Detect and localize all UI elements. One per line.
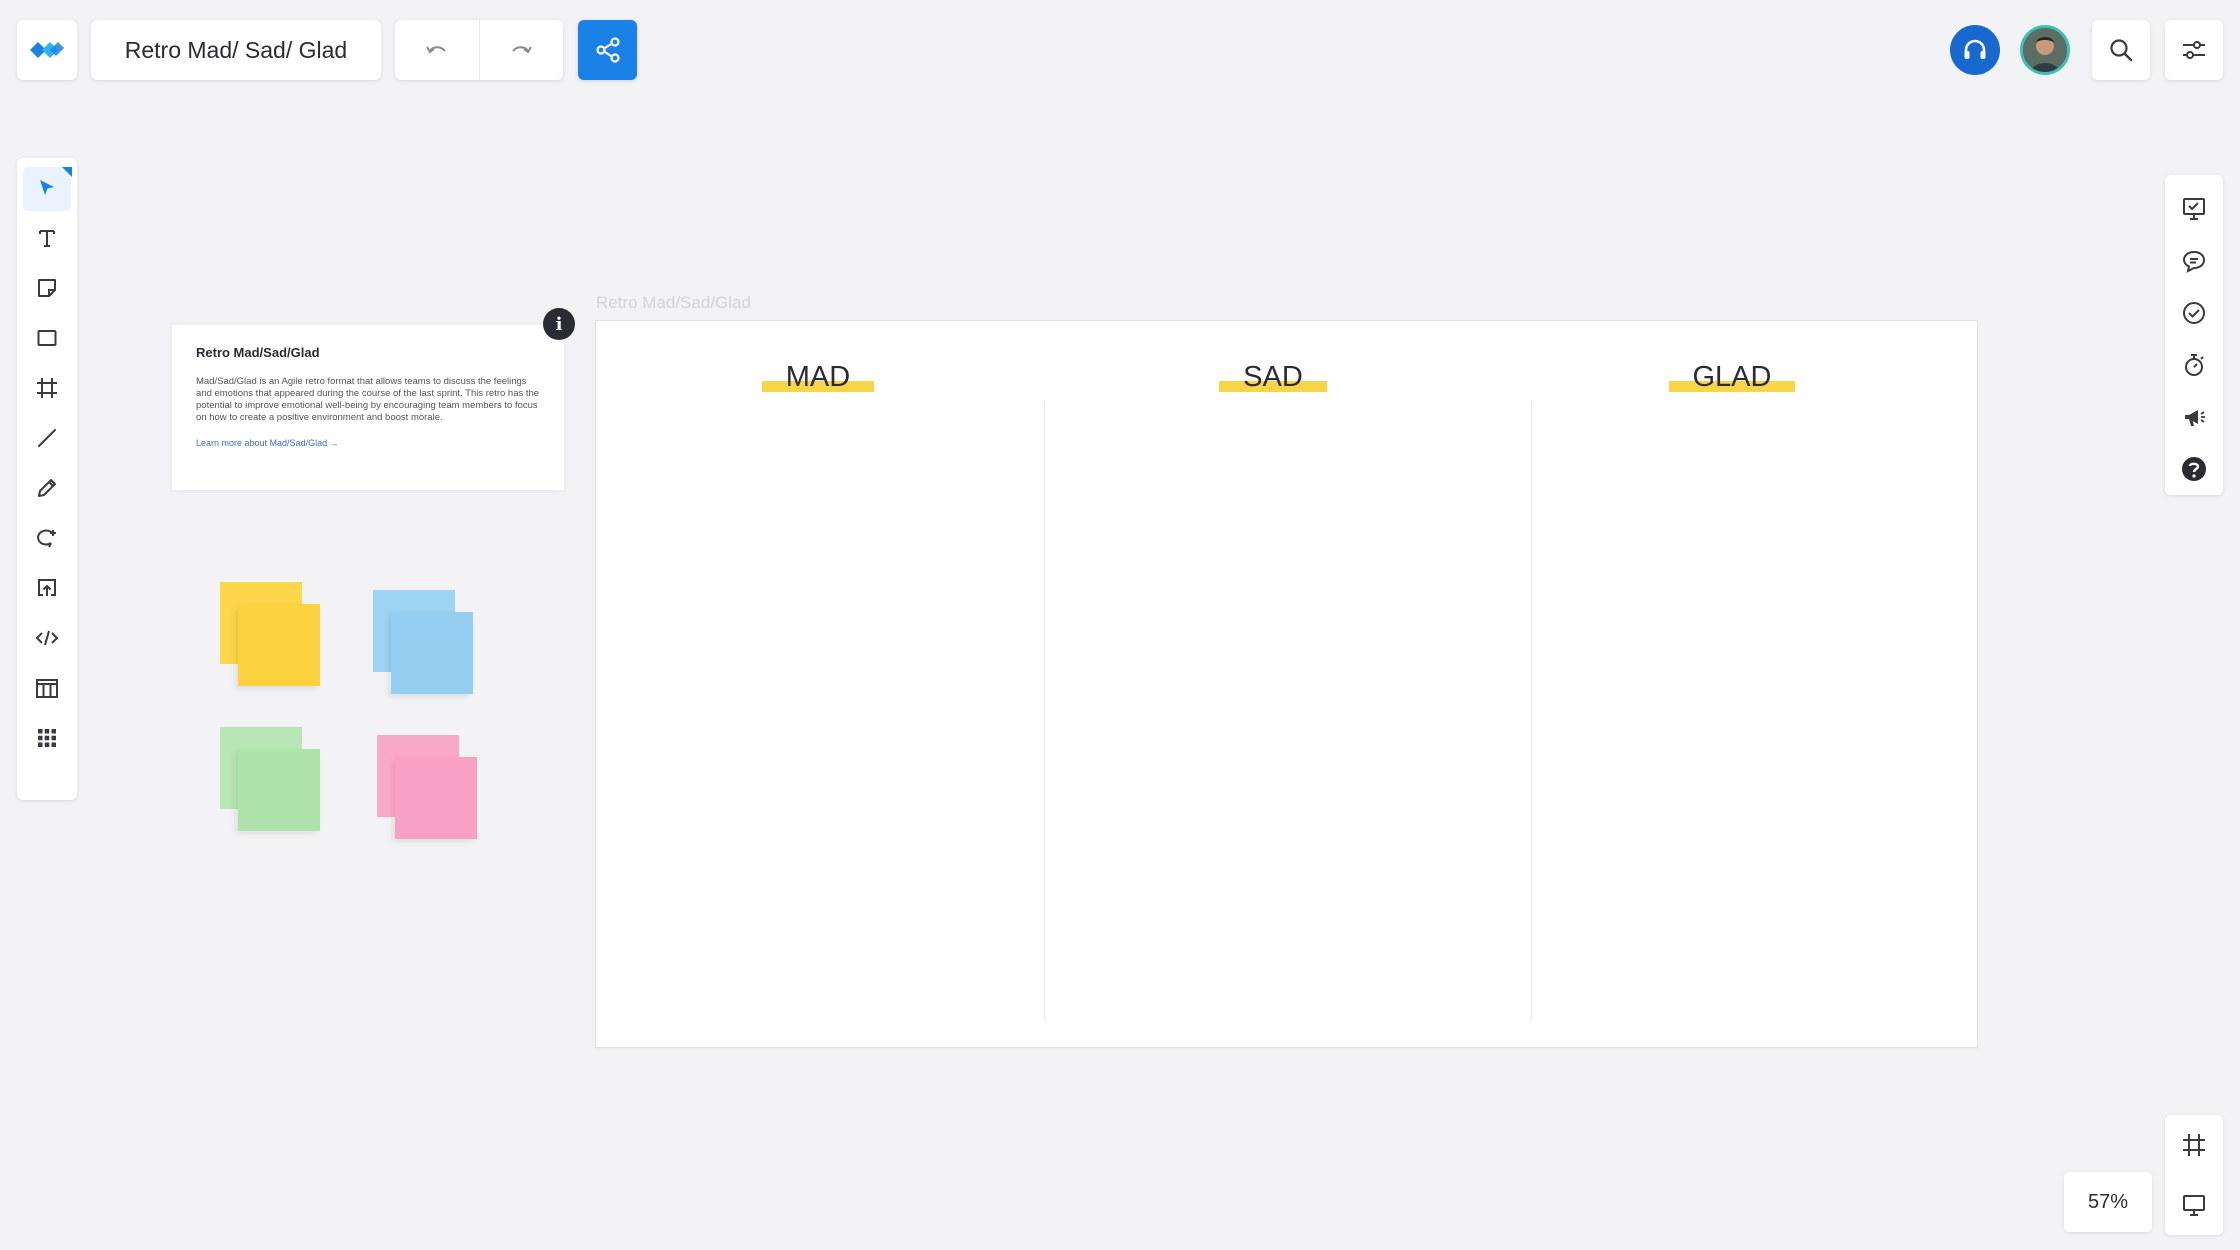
sticky-note	[395, 757, 477, 839]
tool-shape[interactable]	[17, 313, 77, 363]
tool-select[interactable]	[17, 163, 77, 213]
avatar-image	[2023, 28, 2067, 72]
present-mode-button[interactable]	[2165, 1175, 2223, 1235]
app-logo-button[interactable]	[17, 20, 77, 80]
column-label: MAD	[761, 361, 875, 394]
info-card-link[interactable]: Learn more about Mad/Sad/Glad →	[196, 438, 540, 448]
column-label: SAD	[1219, 361, 1327, 394]
redo-icon	[512, 46, 533, 54]
zoom-level-button[interactable]: 57%	[2064, 1172, 2152, 1232]
tool-apps[interactable]	[17, 713, 77, 763]
timer-button[interactable]	[2165, 339, 2223, 391]
sticky-note	[238, 749, 320, 831]
column-divider	[1531, 401, 1532, 1021]
column-header-sad[interactable]: SAD	[1163, 361, 1383, 394]
audio-call-button[interactable]	[1950, 25, 2000, 75]
check-circle-icon	[2183, 302, 2205, 324]
rectangle-icon	[37, 330, 57, 346]
sticky-stack-yellow[interactable]	[220, 582, 320, 687]
board-title[interactable]: Retro Mad/ Sad/ Glad	[91, 20, 381, 80]
tool-text[interactable]	[17, 213, 77, 263]
tool-upload[interactable]	[17, 563, 77, 613]
board-title-text: Retro Mad/ Sad/ Glad	[124, 36, 348, 63]
megaphone-icon	[2185, 410, 2205, 426]
bottom-right-toolbar	[2165, 1115, 2223, 1235]
share-button[interactable]	[578, 20, 637, 80]
share-icon	[595, 37, 620, 63]
column-label: GLAD	[1668, 361, 1796, 394]
settings-button[interactable]	[2165, 20, 2223, 80]
headset-icon	[1964, 39, 1986, 59]
redo-button[interactable]	[478, 20, 564, 80]
comments-button[interactable]	[2165, 235, 2223, 287]
settings-sliders-icon	[2183, 41, 2205, 59]
app-logo-icon	[30, 42, 64, 58]
templates-icon	[36, 679, 58, 698]
frame-icon	[37, 378, 57, 398]
frame-icon	[2183, 1134, 2205, 1156]
screen-icon	[2183, 1195, 2205, 1216]
search-icon	[2110, 39, 2133, 62]
zoom-level-text: 57%	[2087, 1190, 2129, 1213]
column-header-mad[interactable]: MAD	[708, 361, 928, 394]
lasso-icon	[37, 529, 56, 548]
grid-icon	[38, 729, 56, 747]
text-icon	[39, 230, 55, 247]
tasks-button[interactable]	[2165, 287, 2223, 339]
select-arrow-icon	[40, 180, 54, 195]
tool-frame[interactable]	[17, 363, 77, 413]
column-header-glad[interactable]: GLAD	[1622, 361, 1842, 394]
user-avatar[interactable]	[2020, 25, 2070, 75]
tool-templates[interactable]	[17, 663, 77, 713]
sticky-note	[238, 604, 320, 686]
pen-icon	[38, 479, 56, 497]
info-icon[interactable]: i	[543, 308, 575, 340]
present-button[interactable]	[2165, 183, 2223, 235]
undo-button[interactable]	[395, 20, 479, 80]
template-info-card[interactable]: Retro Mad/Sad/Glad Mad/Sad/Glad is an Ag…	[172, 325, 564, 490]
tool-sticky-note[interactable]	[17, 263, 77, 313]
frames-button[interactable]	[2165, 1115, 2223, 1175]
retro-board-frame[interactable]: MAD SAD GLAD	[595, 320, 1978, 1048]
help-icon	[2182, 457, 2206, 481]
tool-lasso[interactable]	[17, 513, 77, 563]
line-icon	[38, 429, 56, 447]
timer-icon	[2185, 354, 2204, 376]
info-card-title: Retro Mad/Sad/Glad	[196, 345, 320, 360]
info-card-body: Mad/Sad/Glad is an Agile retro format th…	[196, 376, 540, 423]
sticky-stack-blue[interactable]	[373, 590, 473, 695]
column-divider	[1044, 401, 1045, 1021]
presentation-icon	[2183, 198, 2205, 220]
tool-pen[interactable]	[17, 463, 77, 513]
upload-icon	[38, 579, 56, 596]
help-button[interactable]	[2165, 443, 2223, 495]
frame-label[interactable]: Retro Mad/Sad/Glad	[596, 293, 751, 313]
history-controls	[395, 20, 563, 80]
tool-embed[interactable]	[17, 613, 77, 663]
sticky-note-icon	[38, 279, 56, 297]
comment-icon	[2182, 250, 2206, 273]
code-icon	[35, 630, 59, 646]
tool-line[interactable]	[17, 413, 77, 463]
left-toolbar	[17, 158, 77, 800]
search-button[interactable]	[2092, 20, 2150, 80]
right-toolbar	[2165, 175, 2223, 495]
undo-icon	[425, 46, 446, 54]
sticky-stack-green[interactable]	[220, 727, 320, 832]
sticky-stack-pink[interactable]	[377, 735, 477, 840]
sticky-note	[391, 612, 473, 694]
announce-button[interactable]	[2165, 391, 2223, 443]
